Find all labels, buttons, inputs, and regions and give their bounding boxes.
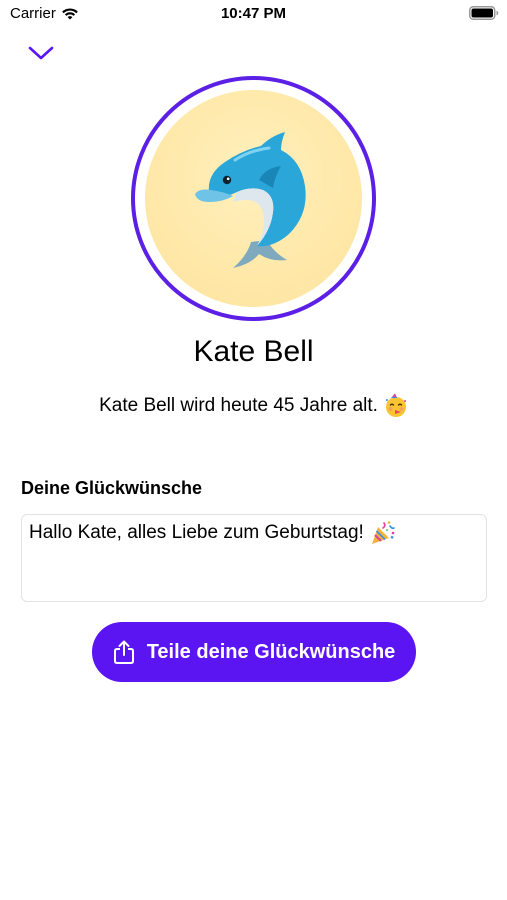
party-popper-icon — [371, 521, 395, 544]
battery-icon — [469, 6, 499, 20]
dolphin-icon — [195, 132, 306, 268]
share-button-label: Teile deine Glückwünsche — [146, 640, 396, 663]
wishes-label: Deine Glückwünsche — [21, 478, 203, 498]
avatar-background — [145, 90, 362, 307]
wishes-text-area[interactable]: Hallo Kate, alles Liebe zum Geburtstag! — [21, 514, 487, 602]
contact-name: Kate Bell — [193, 335, 314, 368]
chevron-down-icon[interactable] — [27, 42, 55, 64]
share-wishes-button[interactable]: Teile deine Glückwünsche — [92, 622, 416, 682]
avatar — [131, 76, 376, 321]
birthday-line: Kate Bell wird heute 45 Jahre alt. — [0, 394, 507, 418]
partying-face-icon — [385, 394, 406, 417]
wishes-message: Hallo Kate, alles Liebe zum Geburtstag! — [29, 522, 364, 543]
status-bar: Carrier 10:47 PM — [0, 0, 507, 28]
share-icon — [113, 640, 134, 664]
status-time: 10:47 PM — [220, 5, 287, 22]
birthday-text: Kate Bell wird heute 45 Jahre alt. — [99, 395, 378, 416]
